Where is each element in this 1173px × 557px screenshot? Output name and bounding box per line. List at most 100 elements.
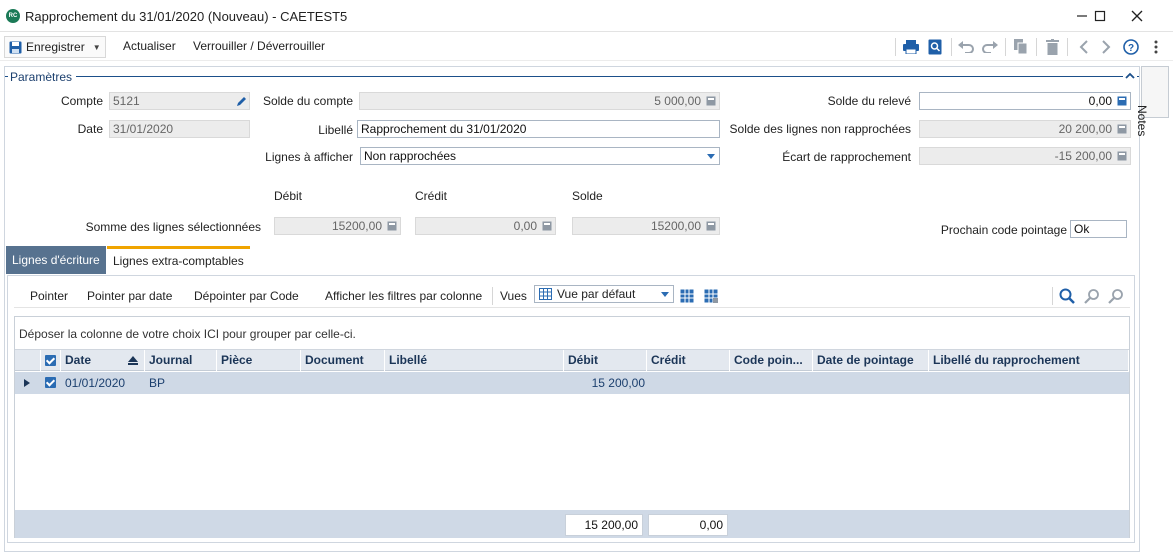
date-label: Date (77, 122, 103, 136)
checkbox-checked-icon (45, 355, 56, 366)
solde-compte-label: Solde du compte (262, 94, 353, 108)
somme-debit-header: Débit (274, 189, 303, 203)
toolbar: Enregistrer ▼ Actualiser Verrouiller / D… (0, 33, 1173, 61)
redo-icon[interactable] (982, 39, 998, 55)
column-header-date[interactable]: Date (61, 350, 145, 371)
close-button[interactable] (1120, 4, 1154, 28)
maximize-icon (1094, 10, 1106, 22)
grid-toolbar: Pointer Pointer par date Dépointer par C… (14, 284, 1130, 308)
cell-debit: 15 200,00 (591, 376, 645, 390)
calculator-icon (542, 221, 552, 231)
print-preview-icon[interactable] (927, 39, 943, 55)
chevron-right-icon[interactable] (1098, 39, 1114, 55)
column-header-piece[interactable]: Pièce (217, 350, 301, 371)
column-header-document[interactable]: Document (301, 350, 385, 371)
column-header-journal[interactable]: Journal (145, 350, 217, 371)
tab-lignes-ecriture[interactable]: Lignes d'écriture (6, 246, 106, 274)
prochain-code-input[interactable]: Ok (1070, 220, 1127, 238)
row-checkbox[interactable] (45, 377, 56, 388)
main-panel: Paramètres Compte 5121 Solde du compte 5… (4, 66, 1140, 552)
undo-icon[interactable] (958, 39, 974, 55)
solde-non-rapprochees-field: 20 200,00 (919, 120, 1131, 138)
cell-credit (647, 372, 728, 394)
vues-label: Vues (500, 289, 527, 303)
somme-credit-header: Crédit (415, 189, 448, 203)
somme-solde-value: 15200,00 (650, 219, 701, 233)
lock-unlock-button[interactable]: Verrouiller / Déverrouiller (193, 39, 325, 53)
ecart-rapprochement-value: -15 200,00 (1054, 149, 1112, 163)
search-next-icon[interactable] (1108, 288, 1124, 304)
grid-view-icon (539, 288, 552, 300)
help-icon[interactable]: ? (1123, 39, 1139, 55)
toolbar-divider (1005, 38, 1006, 56)
calculator-icon (1117, 124, 1127, 134)
current-row-indicator-icon (24, 379, 30, 387)
group-drop-zone[interactable]: Déposer la colonne de votre choix ICI po… (19, 327, 356, 341)
solde-releve-input[interactable]: 0,00 (919, 92, 1131, 110)
dropdown-arrow-icon (661, 292, 669, 297)
toolbar-divider (895, 38, 896, 56)
select-all-checkbox[interactable] (41, 350, 61, 371)
solde-compte-field: 5 000,00 (359, 92, 720, 110)
dropdown-arrow-icon (707, 154, 715, 159)
pointer-button[interactable]: Pointer (30, 289, 68, 303)
manage-views-icon[interactable] (704, 289, 718, 303)
save-dropdown-icon[interactable]: ▼ (93, 43, 101, 52)
column-header-debit[interactable]: Débit (564, 350, 647, 371)
solde-compte-value: 5 000,00 (654, 94, 701, 108)
compte-field[interactable]: 5121 (109, 92, 250, 110)
column-header-libelle[interactable]: Libellé (385, 350, 564, 371)
chevron-left-icon[interactable] (1076, 39, 1092, 55)
print-icon[interactable] (903, 39, 919, 55)
data-grid: Déposer la colonne de votre choix ICI po… (14, 316, 1130, 538)
grid-footer: 15 200,00 0,00 (15, 510, 1129, 538)
table-row[interactable]: 01/01/2020 BP 15 200,00 (15, 372, 1129, 394)
section-divider (5, 76, 1139, 77)
total-debit: 15 200,00 (565, 514, 643, 536)
maximize-button[interactable] (1083, 4, 1117, 28)
column-header-date-pointage[interactable]: Date de pointage (813, 350, 929, 371)
total-credit: 0,00 (648, 514, 728, 536)
chevron-up-icon (1125, 72, 1135, 79)
lignes-a-afficher-select[interactable]: Non rapprochées (360, 147, 720, 165)
column-header-code-pointage[interactable]: Code poin... (730, 350, 813, 371)
trash-icon[interactable] (1044, 39, 1060, 55)
collapse-section-button[interactable] (1123, 69, 1137, 83)
save-view-icon[interactable] (680, 289, 694, 303)
section-title: Paramètres (8, 70, 77, 84)
ecart-rapprochement-field: -15 200,00 (919, 147, 1131, 165)
column-header-credit[interactable]: Crédit (647, 350, 730, 371)
search-previous-icon[interactable] (1084, 288, 1100, 304)
prochain-code-label: Prochain code pointage (940, 223, 1067, 237)
afficher-filtres-button[interactable]: Afficher les filtres par colonne (325, 289, 482, 303)
libelle-label: Libellé (318, 123, 353, 137)
notes-label: Notes (1135, 105, 1149, 137)
calculator-icon (706, 221, 716, 231)
somme-lignes-label: Somme des lignes sélectionnées (85, 220, 261, 234)
pencil-icon[interactable] (235, 94, 247, 108)
extra-comptable-panel: Pointer Pointer par date Dépointer par C… (7, 275, 1135, 543)
column-header-libelle-rapprochement[interactable]: Libellé du rapprochement (929, 350, 1129, 371)
pointer-par-date-button[interactable]: Pointer par date (87, 289, 172, 303)
refresh-button[interactable]: Actualiser (123, 39, 176, 53)
save-button[interactable]: Enregistrer ▼ (4, 36, 106, 58)
solde-releve-value: 0,00 (1088, 94, 1112, 108)
compte-label: Compte (60, 94, 103, 108)
tab-lignes-extra-comptables[interactable]: Lignes extra-comptables (107, 246, 250, 274)
notes-tab[interactable]: Notes (1135, 66, 1169, 136)
duplicate-icon[interactable] (1013, 39, 1029, 55)
solde-non-rapprochees-label: Solde des lignes non rapprochées (729, 122, 911, 136)
more-options-icon[interactable] (1148, 39, 1164, 55)
depointer-par-code-button[interactable]: Dépointer par Code (194, 289, 299, 303)
calculator-icon (706, 96, 716, 106)
libelle-input[interactable]: Rapprochement du 31/01/2020 (357, 120, 720, 138)
vue-select[interactable]: Vue par défaut (534, 285, 674, 303)
compte-value: 5121 (113, 94, 140, 108)
cell-journal: BP (149, 376, 166, 390)
search-icon[interactable] (1059, 288, 1075, 304)
toolbar-divider (1067, 38, 1068, 56)
lignes-a-afficher-label: Lignes à afficher (265, 150, 353, 164)
svg-text:?: ? (1128, 43, 1134, 54)
calculator-icon[interactable] (1117, 96, 1127, 106)
somme-debit-value: 15200,00 (331, 219, 382, 233)
